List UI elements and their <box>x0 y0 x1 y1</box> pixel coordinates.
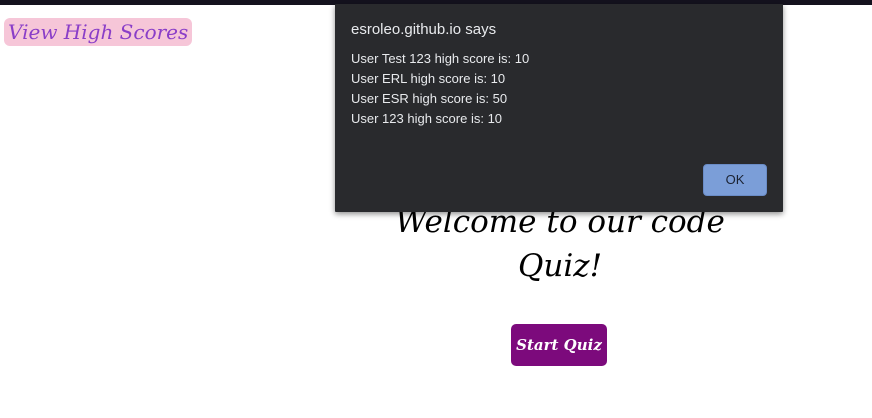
dialog-line: User Test 123 high score is: 10 <box>351 51 530 66</box>
start-quiz-button[interactable]: Start Quiz <box>511 324 607 366</box>
ok-button[interactable]: OK <box>703 164 767 196</box>
dialog-line: User 123 high score is: 10 <box>351 111 503 126</box>
dialog-message: User Test 123 high score is: 10 User ERL… <box>351 49 529 129</box>
welcome-line-2: Quiz! <box>517 248 603 284</box>
view-high-scores-link[interactable]: View High Scores <box>4 18 193 46</box>
dialog-title: esroleo.github.io says <box>351 21 497 38</box>
dialog-line: User ERL high score is: 10 <box>351 71 506 86</box>
alert-dialog: esroleo.github.io says User Test 123 hig… <box>335 4 783 212</box>
welcome-heading: Welcome to our code Quiz! <box>360 200 760 288</box>
dialog-line: User ESR high score is: 50 <box>351 91 508 106</box>
